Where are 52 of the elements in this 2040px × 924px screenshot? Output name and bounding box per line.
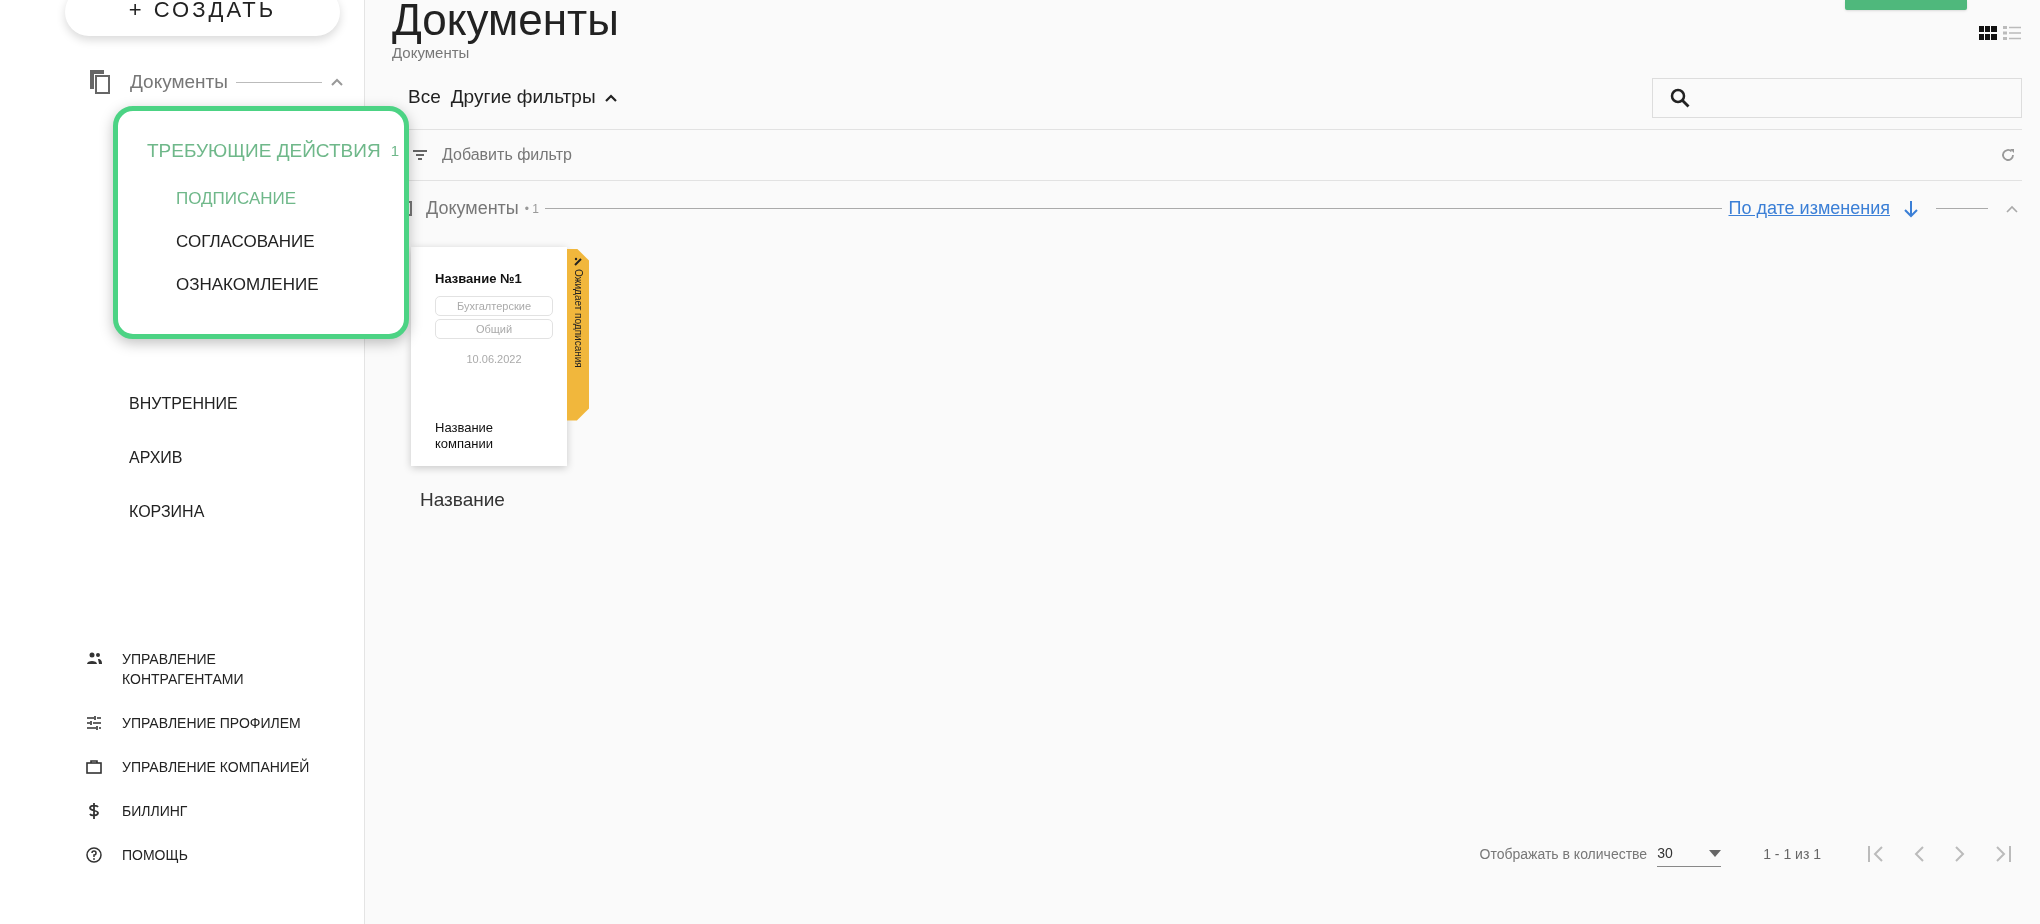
next-page-icon[interactable]	[1954, 845, 1966, 863]
sort-link[interactable]: По дате изменения	[1728, 195, 1890, 222]
menu-item[interactable]: УПРАВЛЕНИЕ КОНТРАГЕНТАМИ	[122, 649, 332, 689]
document-card[interactable]: Название №1 Бухгалтерские Общий 10.06.2022 Название компании	[411, 246, 567, 466]
people-icon	[86, 651, 102, 667]
grid-view-icon[interactable]	[1978, 24, 1998, 42]
briefcase-icon	[86, 759, 102, 775]
first-page-icon[interactable]	[1867, 845, 1884, 863]
menu-item[interactable]: УПРАВЛЕНИЕ КОМПАНИЕЙ	[122, 757, 332, 777]
help-icon	[86, 847, 102, 863]
breadcrumb: Документы	[392, 44, 471, 63]
page-size-select[interactable]: 30	[1657, 841, 1722, 867]
arrow-down-icon[interactable]	[1904, 199, 1918, 218]
chevron-icon[interactable]	[2006, 204, 2018, 213]
action-button[interactable]	[1845, 0, 1967, 10]
add-filter-button[interactable]: Добавить фильтр	[442, 142, 572, 167]
group-count: • 1	[524, 200, 539, 218]
submenu-item[interactable]: ОЗНАКОМЛЕНИЕ	[176, 263, 319, 306]
more-filters-button[interactable]: Другие фильтры	[450, 83, 618, 112]
status-label: Ожидает подписания	[571, 268, 585, 368]
dollar-icon	[86, 803, 102, 819]
sliders-icon	[86, 715, 102, 731]
tag: Бухгалтерские	[435, 296, 553, 316]
count-label: 1	[390, 140, 399, 161]
previous-page-icon[interactable]	[1913, 845, 1925, 863]
refresh-icon[interactable]	[2000, 146, 2016, 163]
menu-item[interactable]: ПОМОЩЬ	[122, 845, 332, 865]
document-date: 10.06.2022	[465, 352, 523, 367]
dropdown-icon	[1709, 850, 1722, 857]
nav-item[interactable]: ВНУТРЕННИЕ	[0, 377, 364, 431]
document-name: Название	[420, 487, 506, 512]
pen-icon	[573, 256, 583, 266]
menu-item[interactable]: БИЛЛИНГ	[122, 801, 332, 821]
filter-tab[interactable]: Все	[408, 83, 441, 112]
copy-icon	[88, 69, 112, 95]
create-button[interactable]: + СОЗДАТЬ	[65, 0, 340, 36]
company-name: Название компании	[435, 419, 495, 452]
nav-item[interactable]: АРХИВ	[0, 431, 364, 485]
submenu-item[interactable]: СОГЛАСОВАНИЕ	[176, 220, 315, 263]
filter-icon	[412, 148, 428, 161]
group-label: Документы	[426, 197, 519, 220]
page-size-label: Отображать в количестве	[1479, 844, 1648, 864]
tag: Общий	[435, 319, 553, 339]
search-field[interactable]	[1652, 77, 2022, 118]
last-page-icon[interactable]	[1995, 845, 2012, 863]
search-icon	[1669, 86, 1691, 109]
section-label[interactable]: Документы	[130, 67, 228, 97]
page-range: 1 - 1 из 1	[1763, 844, 1821, 864]
menu-item[interactable]: УПРАВЛЕНИЕ ПРОФИЛЕМ	[122, 713, 332, 733]
document-title: Название №1	[435, 269, 523, 288]
chevron-icon[interactable]	[330, 77, 344, 87]
nav-item[interactable]: КОРЗИНА	[0, 485, 364, 539]
